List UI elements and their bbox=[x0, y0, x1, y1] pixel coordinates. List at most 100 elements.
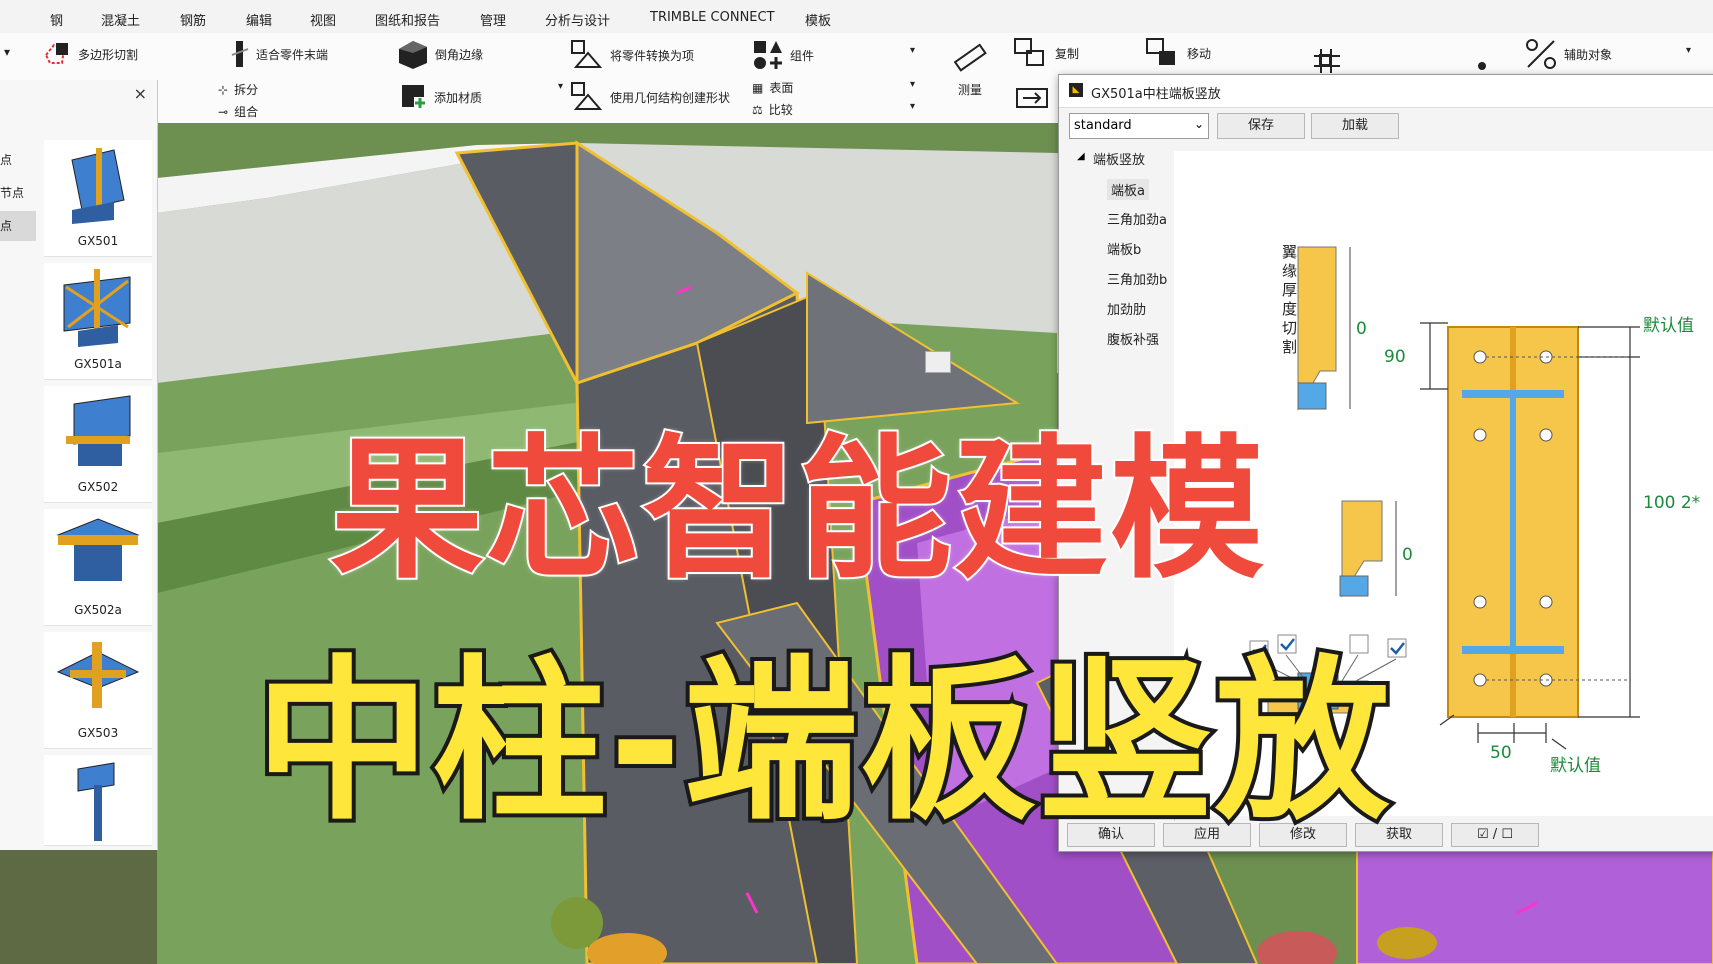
view-cube-icon[interactable] bbox=[925, 351, 951, 373]
tree-item-web-reinforcement[interactable]: 腹板补强 bbox=[1107, 329, 1159, 348]
move-button[interactable]: 移动 bbox=[1145, 37, 1211, 69]
menu-analysis-design[interactable]: 分析与设计 bbox=[545, 10, 610, 29]
copy-button[interactable]: 复制 bbox=[1013, 37, 1079, 69]
surface-dropdown[interactable]: ▾ bbox=[910, 79, 915, 90]
tree-item-triangle-stiffener-a[interactable]: 三角加劲a bbox=[1107, 209, 1167, 228]
create-shape-button[interactable]: 使用几何结构创建形状 bbox=[570, 81, 730, 113]
flange-cut-value-1[interactable]: 0 bbox=[1356, 319, 1367, 339]
tree-item-endplate-a[interactable]: 端板a bbox=[1107, 179, 1149, 200]
catalog-item-label: GX501a bbox=[74, 357, 122, 371]
toggle-all-checkbox-button[interactable]: ☑ / ☐ bbox=[1451, 823, 1539, 847]
measure-button[interactable]: 测量 bbox=[950, 41, 990, 98]
preset-select[interactable]: standard ⌄ bbox=[1069, 113, 1209, 139]
menu-concrete[interactable]: 混凝土 bbox=[101, 10, 140, 29]
catalog-item-gx501[interactable]: GX501 bbox=[44, 140, 152, 257]
combine-icon: ⊸ bbox=[218, 104, 229, 119]
chevron-down-icon: ▾ bbox=[910, 45, 916, 56]
convert-to-item-label: 将零件转换为项 bbox=[610, 48, 695, 63]
close-icon[interactable]: × bbox=[134, 84, 147, 103]
catalog-tab-joints[interactable]: 节点 bbox=[0, 145, 36, 175]
catalog-item-label: GX501 bbox=[77, 234, 119, 248]
convert-to-item-icon bbox=[571, 40, 603, 68]
components-label: 组件 bbox=[790, 48, 815, 63]
copy-icon bbox=[1014, 38, 1044, 66]
create-shape-icon bbox=[571, 82, 603, 110]
chevron-down-icon: ▾ bbox=[558, 81, 564, 92]
components-button[interactable]: 组件 bbox=[752, 39, 814, 71]
fit-end-button[interactable]: 适合零件末端 bbox=[230, 39, 328, 69]
mirror-button[interactable] bbox=[1015, 85, 1051, 115]
catalog-item-gx501a[interactable]: GX501a bbox=[44, 263, 152, 380]
ribbon-small-dropdown[interactable]: ▾ bbox=[558, 81, 563, 92]
split-button[interactable]: ⊹ 拆分 bbox=[218, 81, 258, 98]
catalog-item-gx502a[interactable]: GX502a bbox=[44, 509, 152, 626]
save-button[interactable]: 保存 bbox=[1217, 113, 1305, 139]
dim-50-value[interactable]: 50 bbox=[1490, 743, 1512, 763]
components-dropdown[interactable]: ▾ bbox=[910, 45, 915, 56]
catalog-item-gx503[interactable]: GX503 bbox=[44, 632, 152, 749]
load-button[interactable]: 加载 bbox=[1311, 113, 1399, 139]
fit-end-label: 适合零件末端 bbox=[256, 47, 329, 62]
combine-button[interactable]: ⊸ 组合 bbox=[218, 103, 258, 120]
catalog-next-thumbnail-icon bbox=[77, 762, 115, 841]
catalog-item-label: GX502 bbox=[77, 480, 119, 494]
menu-drawings-reports[interactable]: 图纸和报告 bbox=[375, 10, 440, 29]
surface-button[interactable]: ▦ 表面 bbox=[752, 79, 793, 96]
fit-end-icon bbox=[231, 41, 249, 67]
catalog-item-gx502[interactable]: GX502 bbox=[44, 386, 152, 503]
menu-view[interactable]: 视图 bbox=[310, 10, 336, 29]
tree-expand-icon[interactable]: ◢ bbox=[1077, 151, 1085, 162]
dim-90-value[interactable]: 90 bbox=[1384, 347, 1406, 367]
split-icon: ⊹ bbox=[218, 82, 229, 97]
components-icon bbox=[754, 41, 782, 69]
surface-label: 表面 bbox=[769, 81, 794, 95]
move-label: 移动 bbox=[1187, 46, 1212, 61]
dialog-title-bar[interactable]: ◣ GX501a中柱端板竖放 bbox=[1059, 75, 1713, 108]
menu-trimble-connect[interactable]: TRIMBLE CONNECT bbox=[650, 10, 775, 25]
chamfer-button[interactable]: 倒角边缘 bbox=[395, 39, 483, 69]
menu-manage[interactable]: 管理 bbox=[480, 10, 506, 29]
tree-item-endplate-b[interactable]: 端板b bbox=[1107, 239, 1141, 258]
chamfer-label: 倒角边缘 bbox=[435, 47, 484, 62]
ribbon-dropdown[interactable]: ▾ bbox=[4, 45, 10, 59]
flange-cut-label: 翼缘厚度切割 bbox=[1282, 243, 1298, 356]
catalog-item-label: GX502a bbox=[74, 603, 122, 617]
catalog-tab-joints-selected[interactable]: 节点 bbox=[0, 211, 36, 241]
polygon-cut-label: 多边形切割 bbox=[78, 47, 139, 62]
split-label: 拆分 bbox=[234, 83, 259, 97]
add-material-button[interactable]: 添加材质 bbox=[400, 83, 482, 111]
dialog-title: GX501a中柱端板竖放 bbox=[1091, 87, 1221, 102]
catalog-tab-beam-joints[interactable]: 梁节点 bbox=[0, 178, 36, 208]
menu-rebar[interactable]: 钢筋 bbox=[180, 10, 206, 29]
component-catalog-panel: × 节点 梁节点 节点 GX501 GX501a GX502 GX502a GX… bbox=[0, 80, 158, 850]
compare-button[interactable]: ⚖ 比较 bbox=[752, 101, 793, 118]
convert-to-item-button[interactable]: 将零件转换为项 bbox=[570, 39, 694, 71]
helper-objects-button[interactable]: 辅助对象 bbox=[1524, 37, 1612, 71]
menu-steel[interactable]: 钢 bbox=[50, 10, 63, 29]
add-material-icon bbox=[402, 85, 426, 109]
default-value-bottom[interactable]: 默认值 bbox=[1550, 751, 1601, 776]
dim-100-value[interactable]: 100 2* bbox=[1643, 493, 1700, 513]
surface-icon: ▦ bbox=[752, 80, 764, 95]
menu-edit[interactable]: 编辑 bbox=[243, 10, 275, 37]
create-shape-label: 使用几何结构创建形状 bbox=[610, 90, 731, 105]
combine-label: 组合 bbox=[234, 105, 259, 119]
flange-cut-value-2[interactable]: 0 bbox=[1402, 545, 1413, 565]
tree-item-triangle-stiffener-b[interactable]: 三角加劲b bbox=[1107, 269, 1167, 288]
menu-bar: 钢 混凝土 钢筋 编辑 视图 图纸和报告 管理 分析与设计 TRIMBLE CO… bbox=[0, 0, 1713, 37]
menu-templates[interactable]: 模板 bbox=[805, 10, 831, 29]
chamfer-icon bbox=[399, 41, 427, 69]
mirror-icon bbox=[1016, 88, 1048, 108]
tree-root-endplate-vertical[interactable]: 端板竖放 bbox=[1093, 149, 1145, 168]
catalog-item-next[interactable] bbox=[44, 755, 152, 846]
default-value-top[interactable]: 默认值 bbox=[1643, 311, 1694, 336]
polygon-cut-button[interactable]: 多边形切割 bbox=[42, 41, 138, 67]
measure-ruler-icon bbox=[953, 43, 987, 72]
percent-icon bbox=[1526, 39, 1556, 69]
measure-label: 测量 bbox=[957, 83, 982, 97]
compare-icon: ⚖ bbox=[752, 102, 763, 117]
compare-dropdown[interactable]: ▾ bbox=[910, 101, 915, 112]
tree-item-stiffener[interactable]: 加劲肋 bbox=[1107, 299, 1146, 318]
point-icon bbox=[1478, 62, 1486, 70]
helper-objects-dropdown[interactable]: ▾ bbox=[1686, 45, 1691, 56]
